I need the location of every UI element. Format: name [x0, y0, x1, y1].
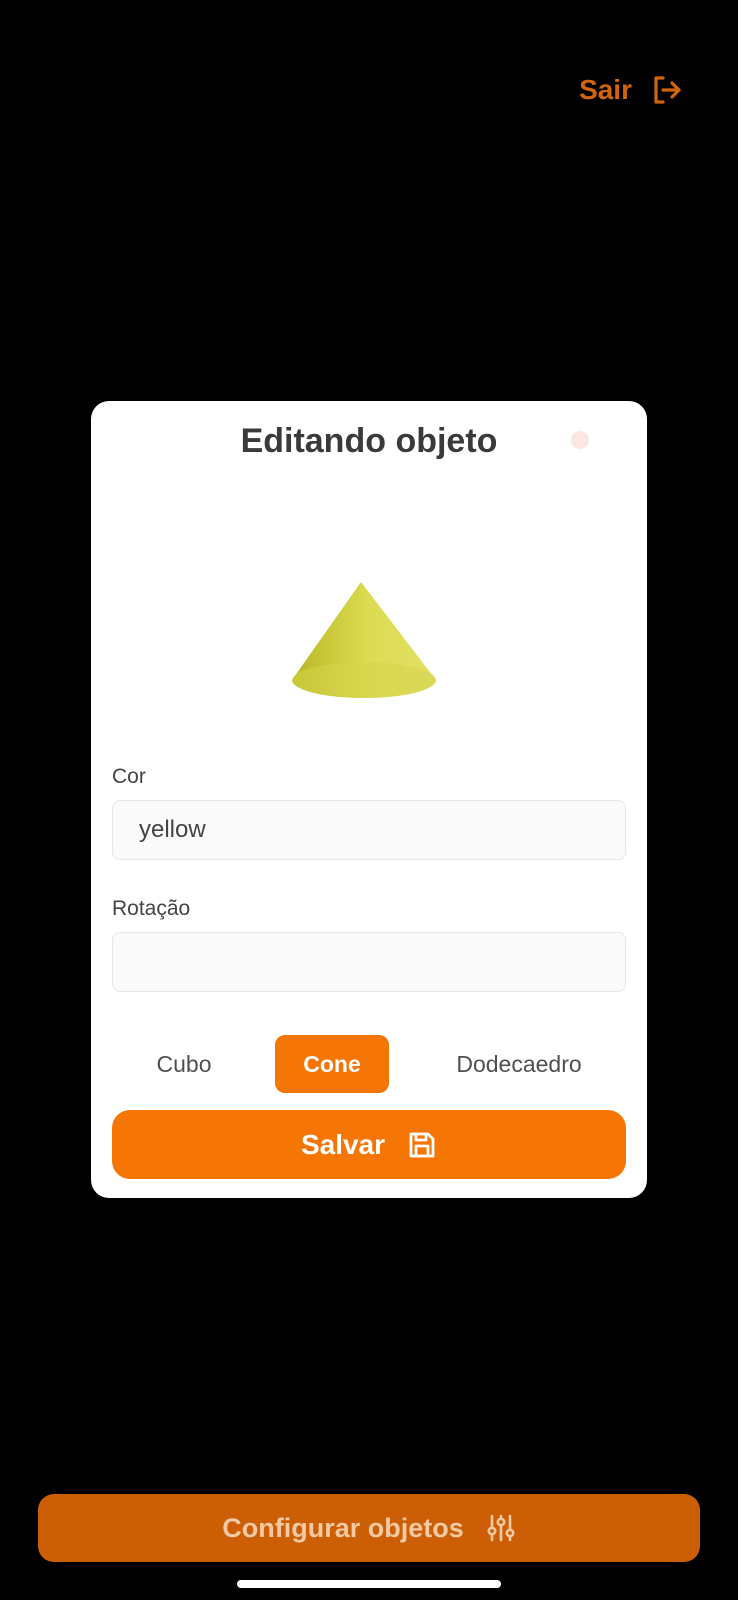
save-label: Salvar [300, 1128, 386, 1160]
save-button[interactable]: Salvar [112, 1110, 626, 1179]
modal-title: Editando objeto [240, 422, 498, 460]
sliders-icon [486, 1513, 516, 1543]
configure-objects-button[interactable]: Configurar objetos [38, 1494, 700, 1562]
shape-option-cubo[interactable]: Cubo [132, 1035, 236, 1093]
rotation-input[interactable] [112, 932, 626, 992]
close-dot[interactable] [571, 431, 589, 449]
cone-3d-preview[interactable] [287, 576, 447, 708]
configure-objects-label: Configurar objetos [222, 1512, 464, 1543]
color-field-label: Cor [112, 765, 146, 788]
logout-button[interactable]: Sair [579, 68, 682, 112]
shape-option-dodecaedro[interactable]: Dodecaedro [430, 1035, 608, 1093]
edit-object-modal: Editando objeto Cor Rotação Cubo Cone Do… [91, 401, 647, 1198]
color-input[interactable] [112, 800, 626, 860]
shape-selector: Cubo Cone Dodecaedro [112, 1035, 626, 1093]
home-indicator [237, 1580, 501, 1588]
save-icon [407, 1130, 437, 1160]
logout-icon [652, 75, 682, 105]
shape-option-cone[interactable]: Cone [275, 1035, 389, 1093]
rotation-field-label: Rotação [112, 897, 191, 920]
logout-label: Sair [579, 74, 632, 105]
